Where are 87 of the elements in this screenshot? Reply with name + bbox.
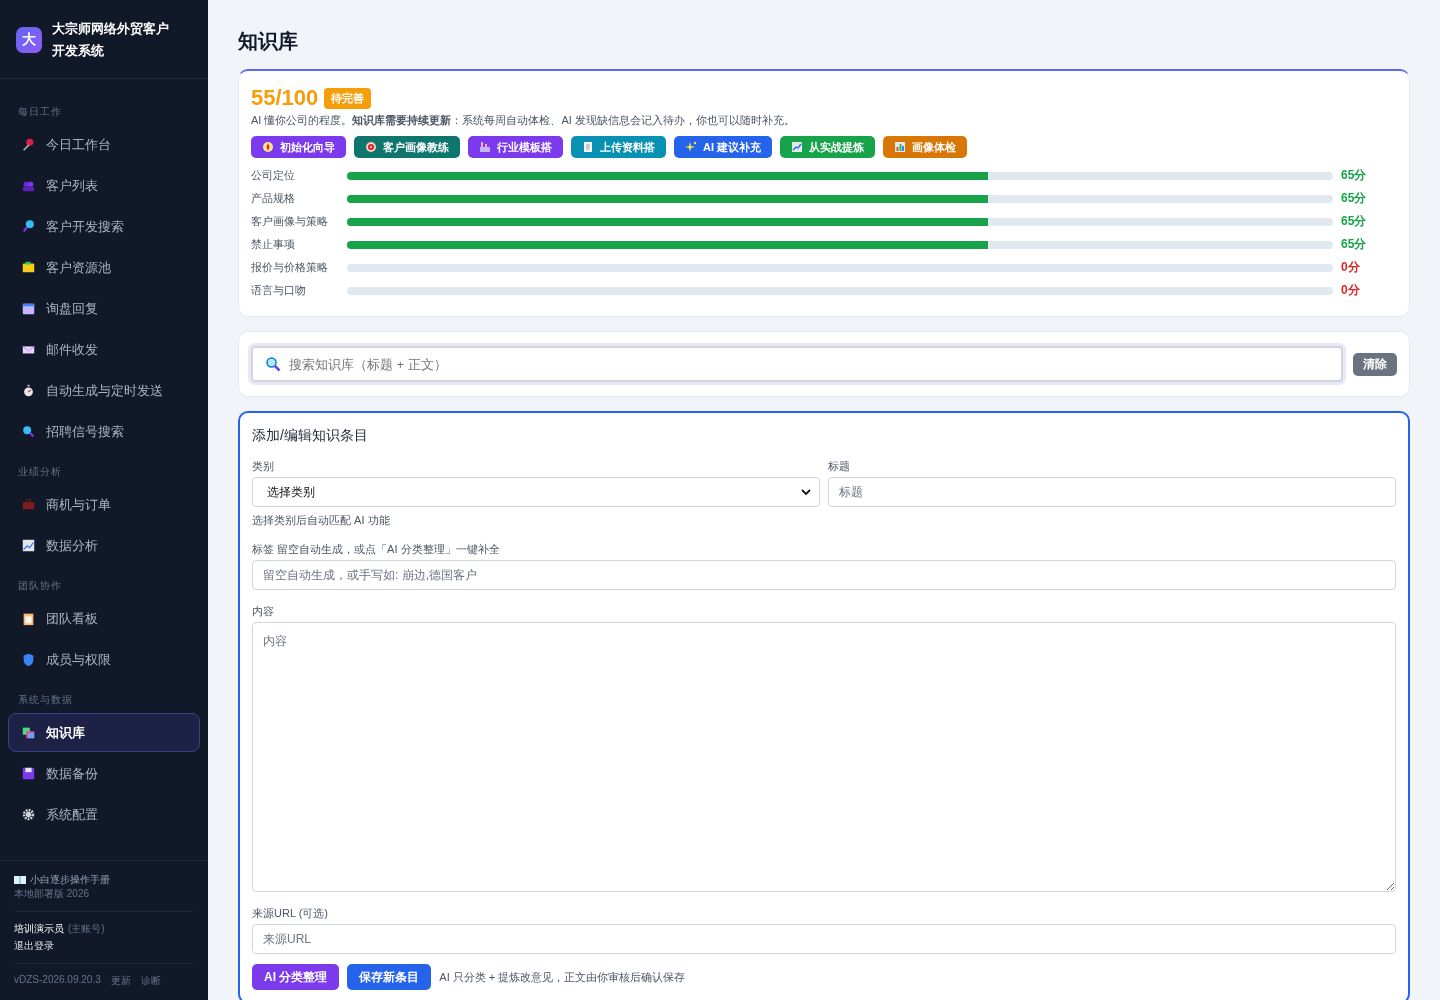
- magnifier-icon: [21, 219, 36, 234]
- hint-text: 选择类别后自动匹配 AI 功能: [252, 513, 391, 528]
- user-name: 培训演示员: [14, 922, 64, 936]
- pin-icon: [21, 137, 36, 152]
- dimension-label: 产品规格: [251, 191, 296, 206]
- user-role: (主账号): [68, 922, 105, 936]
- action-button[interactable]: 客户画像教练: [354, 136, 460, 158]
- dimension-label: 禁止事项: [251, 237, 296, 252]
- page-title: 知识库: [238, 29, 299, 54]
- section-heading: 系统与数据: [17, 693, 74, 707]
- document-icon: [582, 141, 594, 153]
- field-label: 来源URL (可选): [252, 906, 329, 921]
- sidebar-item[interactable]: 今日工作台: [8, 125, 200, 164]
- note-text: AI 只分类 + 提炼改意见，正文由你审核后确认保存: [439, 969, 686, 985]
- chart-icon: [791, 141, 804, 153]
- search-icon: [265, 356, 281, 372]
- category-select[interactable]: 选择类别: [252, 477, 820, 507]
- chart-icon: [21, 538, 36, 553]
- dimension-score: 65分: [1341, 237, 1367, 251]
- status-badge: 待完善: [324, 87, 372, 109]
- version-text: vDZS-2026.09.20.3: [14, 974, 101, 987]
- sidebar-item[interactable]: 知识库: [8, 713, 200, 752]
- field-label: 标签 留空自动生成，或点「AI 分类整理」一键补全: [252, 542, 501, 557]
- search-field[interactable]: 搜索知识库（标题 + 正文）: [251, 346, 1343, 382]
- action-button[interactable]: 行业模板搭: [468, 136, 563, 158]
- clear-button[interactable]: 清除: [1353, 352, 1397, 376]
- dimension-score: 0分: [1341, 283, 1360, 297]
- field-label: 类别: [252, 459, 275, 474]
- sidebar-item[interactable]: 系统配置: [8, 795, 200, 834]
- description-text: AI 懂你公司的程度。知识库需要持续更新：系统每周自动体检、AI 发现缺信息会记入待办，你也可以随时补充。: [251, 113, 796, 128]
- form-button[interactable]: 保存新条目: [347, 964, 432, 990]
- action-button[interactable]: AI 建议补充: [674, 136, 773, 158]
- url-field[interactable]: 来源URL: [252, 924, 1396, 954]
- briefcase-icon: [21, 497, 36, 512]
- stopwatch-icon: [21, 383, 36, 398]
- book-icon: [14, 875, 26, 885]
- dimension-score: 65分: [1341, 168, 1367, 182]
- footer-link[interactable]: 更新: [110, 974, 131, 988]
- app-title: 大宗师网络外贸客户开发系统: [52, 20, 170, 60]
- score-value: 55/100: [251, 85, 319, 111]
- sidebar-item[interactable]: 客户列表: [8, 166, 200, 205]
- manual-link[interactable]: 小白逐步操作手册: [30, 873, 110, 887]
- sidebar-item[interactable]: 团队看板: [8, 599, 200, 638]
- sidebar-item[interactable]: 客户开发搜索: [8, 207, 200, 246]
- edition-text: 本地部署版 2026: [14, 887, 91, 901]
- sidebar-item[interactable]: 询盘回复: [8, 289, 200, 328]
- sidebar-item[interactable]: 招聘信号搜索: [8, 412, 200, 451]
- dimension-score: 65分: [1341, 214, 1367, 228]
- form-button[interactable]: AI 分类整理: [252, 964, 340, 990]
- form-heading: 添加/编辑知识条目: [252, 427, 369, 445]
- sparkles-icon: [685, 141, 697, 153]
- footer-link[interactable]: 诊断: [140, 974, 161, 988]
- title-field[interactable]: 标题: [828, 477, 1396, 507]
- dimension-label: 报价与价格策略: [251, 260, 329, 275]
- gear-icon: [21, 807, 36, 822]
- sidebar-item[interactable]: 数据备份: [8, 754, 200, 793]
- dimension-label: 语言与口吻: [251, 283, 307, 298]
- app-logo: 大: [16, 27, 42, 53]
- folder-icon: [21, 260, 36, 275]
- action-button[interactable]: 初始化向导: [251, 136, 346, 158]
- tags-field[interactable]: 留空自动生成，或手写如: 崩边,德国客户: [252, 560, 1396, 590]
- dimension-label: 客户画像与策略: [251, 214, 329, 229]
- sidebar-item[interactable]: 客户资源池: [8, 248, 200, 287]
- calendar-icon: [21, 301, 36, 316]
- sidebar-item[interactable]: 自动生成与定时发送: [8, 371, 200, 410]
- content-field[interactable]: 内容: [252, 622, 1396, 892]
- bar-chart-icon: [894, 141, 907, 153]
- sidebar-item[interactable]: 邮件收发: [8, 330, 200, 369]
- section-heading: 每日工作: [17, 105, 63, 119]
- search-icon: [21, 424, 36, 439]
- target-icon: [365, 141, 377, 153]
- chevron-down-icon: [801, 487, 811, 497]
- clipboard-icon: [21, 611, 36, 626]
- sidebar-item[interactable]: 成员与权限: [8, 640, 200, 679]
- section-heading: 团队协作: [17, 579, 63, 593]
- field-label: 内容: [252, 604, 275, 619]
- field-label: 标题: [828, 459, 851, 474]
- action-button[interactable]: 上传资料搭: [571, 136, 666, 158]
- dimension-score: 0分: [1341, 260, 1360, 274]
- section-heading: 业绩分析: [17, 465, 63, 479]
- compass-icon: [262, 141, 274, 153]
- sidebar-item[interactable]: 商机与订单: [8, 485, 200, 524]
- dimension-score: 65分: [1341, 191, 1367, 205]
- logout-link[interactable]: 退出登录: [14, 939, 194, 953]
- dimension-label: 公司定位: [251, 168, 296, 183]
- sidebar-item[interactable]: 数据分析: [8, 526, 200, 565]
- shield-icon: [21, 652, 36, 667]
